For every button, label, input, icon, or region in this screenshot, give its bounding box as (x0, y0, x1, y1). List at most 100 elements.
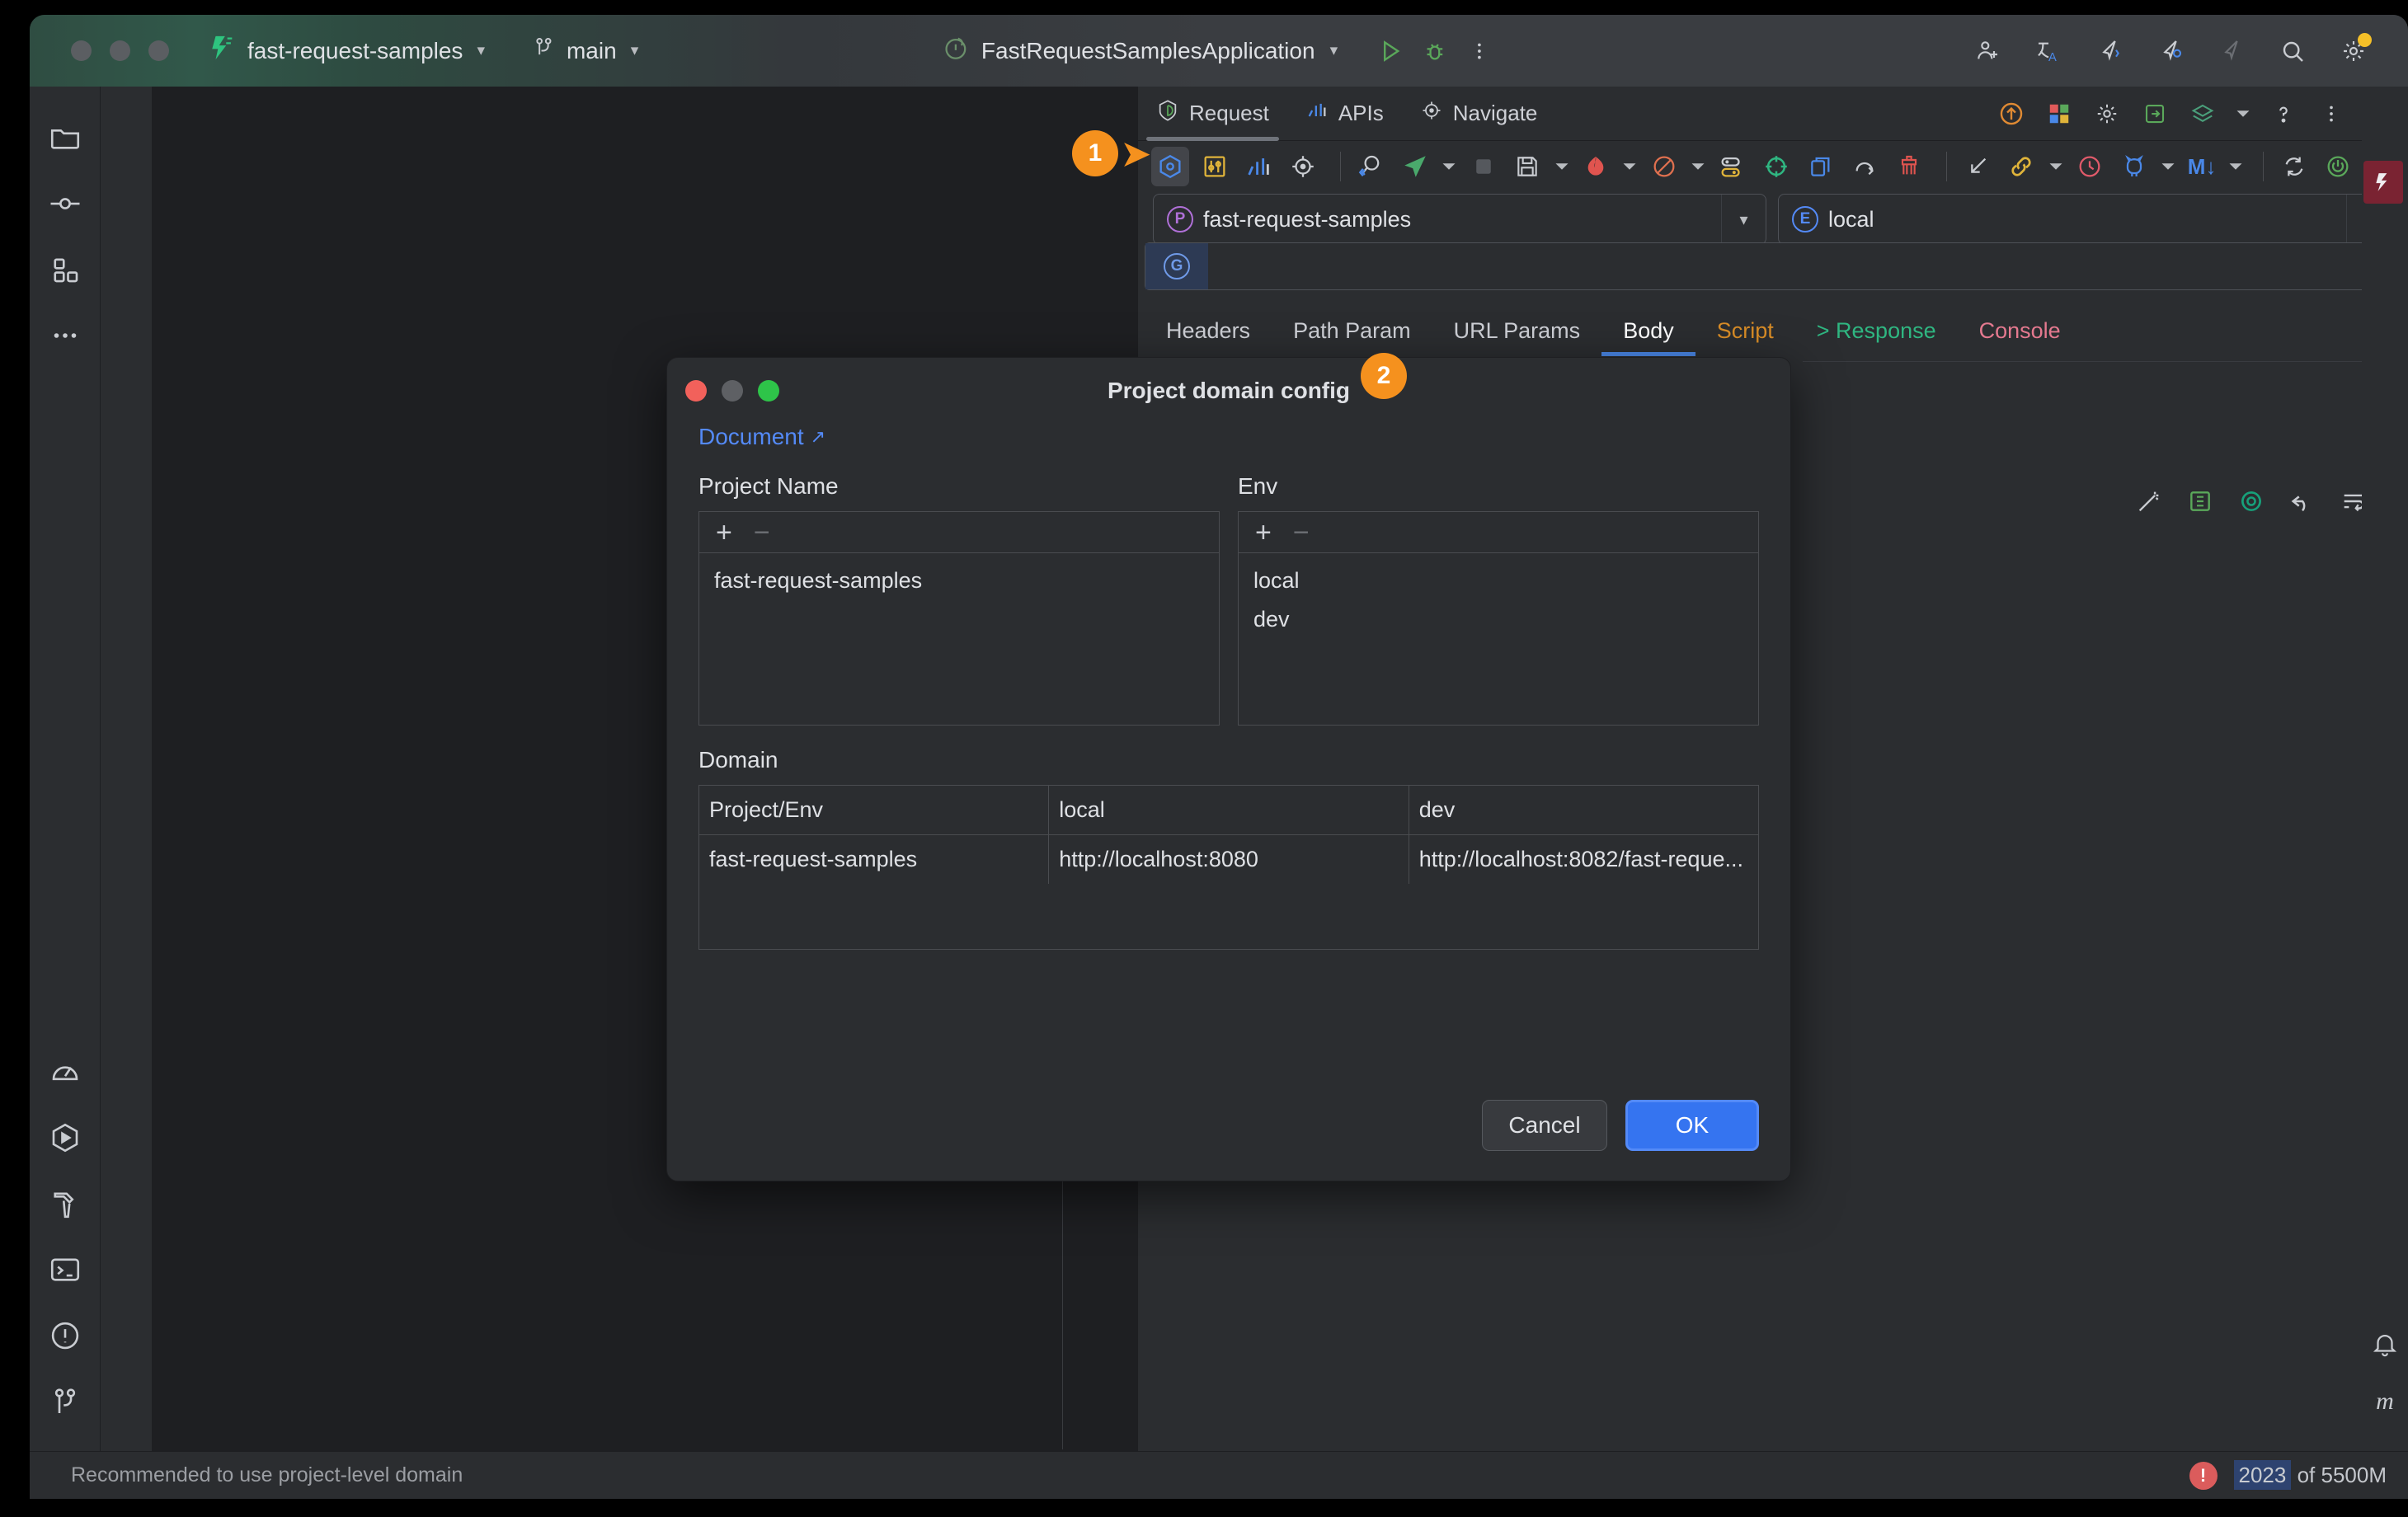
window-traffic-lights[interactable] (71, 40, 169, 61)
maximize-window-button[interactable] (148, 40, 169, 61)
cancel-button[interactable]: Cancel (1482, 1100, 1607, 1151)
minimize-window-button[interactable] (110, 40, 130, 61)
remove-project-icon[interactable]: − (754, 519, 770, 547)
memory-indicator[interactable]: 2023 of 5500M (2233, 1460, 2387, 1490)
locate-icon[interactable] (1284, 147, 1322, 186)
list-item[interactable]: dev (1250, 600, 1747, 639)
save-icon[interactable] (1509, 147, 1547, 186)
magic-wand-icon[interactable] (2133, 485, 2166, 518)
markdown-caret-icon[interactable] (2227, 148, 2245, 185)
undo-icon[interactable] (2286, 485, 2319, 518)
tab-headers[interactable]: Headers (1145, 305, 1272, 356)
problems-icon[interactable] (45, 1316, 85, 1355)
column-header-dev[interactable]: dev (1409, 786, 1758, 835)
postman-caret-icon[interactable] (1621, 148, 1639, 185)
gear-icon[interactable] (2091, 98, 2123, 129)
domain-table[interactable]: Project/Env local dev fast-request-sampl… (699, 786, 1758, 884)
add-user-icon[interactable] (1971, 35, 2004, 68)
cell-local-domain[interactable]: http://localhost:8080 (1048, 834, 1409, 884)
github-caret-icon[interactable] (2159, 148, 2176, 185)
http-method-badge-icon[interactable]: G (1145, 243, 1208, 289)
minimap-icon[interactable]: m (2362, 1378, 2408, 1425)
plugin-icon[interactable] (2044, 98, 2075, 129)
structure-icon[interactable] (45, 250, 85, 289)
terminal-icon[interactable] (45, 1250, 85, 1289)
link-caret-icon[interactable] (2047, 148, 2064, 185)
domain-config-icon[interactable] (1151, 147, 1189, 186)
error-badge-icon[interactable]: ! (2189, 1461, 2218, 1490)
save-caret-icon[interactable] (1553, 148, 1570, 185)
clear-icon[interactable] (1890, 147, 1928, 186)
tab-body[interactable]: Body (1601, 305, 1695, 356)
build-icon[interactable] (45, 1184, 85, 1223)
debug-icon[interactable] (1418, 35, 1451, 68)
github-icon[interactable] (2115, 147, 2153, 186)
export-icon[interactable] (2139, 98, 2170, 129)
cell-project-name[interactable]: fast-request-samples (699, 834, 1050, 884)
target-green-icon[interactable] (1757, 147, 1795, 186)
cell-dev-domain[interactable]: http://localhost:8082/fast-reque... (1409, 835, 1758, 885)
disable-caret-icon[interactable] (1689, 148, 1706, 185)
commit-icon[interactable] (45, 184, 85, 223)
tab-console[interactable]: Console (1958, 305, 2082, 356)
tab-navigate[interactable]: Navigate (1402, 87, 1556, 141)
toggles-icon[interactable] (1713, 147, 1751, 186)
link-icon[interactable] (2002, 147, 2040, 186)
document-link[interactable]: Document ↗ (698, 424, 825, 450)
list-item[interactable]: local (1250, 561, 1747, 600)
env-listbox[interactable]: + − local dev (1238, 511, 1759, 726)
tab-response[interactable]: > Response (1795, 305, 1958, 356)
fast-request-plugin-icon[interactable] (2363, 161, 2403, 204)
settings-sliders-icon[interactable] (1196, 147, 1234, 186)
format-icon[interactable] (2184, 485, 2217, 518)
url-input[interactable] (1208, 253, 2374, 279)
statistics-icon[interactable] (1239, 147, 1277, 186)
tab-script[interactable]: Script (1695, 305, 1795, 356)
tab-path-param[interactable]: Path Param (1272, 305, 1432, 356)
send-caret-icon[interactable] (1441, 148, 1458, 185)
stop-icon[interactable] (1465, 147, 1503, 186)
chevron-down-icon[interactable]: ▾ (1721, 195, 1766, 244)
body-editor-panel[interactable] (1803, 361, 2405, 493)
column-header-project-env[interactable]: Project/Env (699, 786, 1050, 835)
history-icon[interactable] (2071, 147, 2109, 186)
translate-icon[interactable]: A (2032, 35, 2065, 68)
project-combo[interactable]: P fast-request-samples ▾ (1153, 194, 1766, 245)
run-config-label[interactable]: FastRequestSamplesApplication (981, 38, 1315, 64)
table-row[interactable]: fast-request-samples http://localhost:80… (699, 834, 1758, 885)
ai-chat-icon[interactable] (2154, 35, 2187, 68)
project-name-listbox[interactable]: + − fast-request-samples (698, 511, 1220, 726)
more-vertical-icon[interactable] (1463, 35, 1496, 68)
project-selector[interactable]: fast-request-samples ▾ (200, 29, 493, 73)
send-request-icon[interactable] (1396, 147, 1434, 186)
close-window-button[interactable] (71, 40, 92, 61)
folder-icon[interactable] (45, 118, 85, 157)
sync-icon[interactable] (2275, 147, 2313, 186)
add-project-icon[interactable]: + (716, 519, 732, 547)
run-icon[interactable] (1374, 35, 1407, 68)
ai-assistant-icon[interactable] (2093, 35, 2126, 68)
copy-icon[interactable] (1802, 147, 1840, 186)
postman-icon[interactable] (1577, 147, 1615, 186)
disable-icon[interactable] (1645, 147, 1683, 186)
more-vertical-icon[interactable] (2316, 98, 2347, 129)
add-env-icon[interactable]: + (1255, 519, 1272, 547)
notifications-icon[interactable] (2362, 1321, 2408, 1367)
more-tools-icon[interactable] (45, 316, 85, 355)
openai-icon[interactable] (2235, 485, 2268, 518)
search-icon[interactable] (2276, 35, 2309, 68)
help-icon[interactable] (2268, 98, 2299, 129)
collapse-icon[interactable] (1959, 147, 1996, 186)
request-url-bar[interactable]: G (1145, 242, 2375, 290)
redo-icon[interactable] (1846, 147, 1884, 186)
layers-icon[interactable] (2187, 98, 2218, 129)
settings-icon[interactable] (2337, 32, 2372, 68)
ok-button[interactable]: OK (1625, 1100, 1759, 1151)
remove-env-icon[interactable]: − (1293, 519, 1310, 547)
power-icon[interactable] (2320, 147, 2358, 186)
markdown-icon[interactable]: M↓ (2183, 147, 2221, 186)
chevron-down-icon[interactable] (2235, 98, 2251, 129)
env-combo[interactable]: E local ▾ (1778, 194, 2392, 245)
profiler-icon[interactable] (45, 1052, 85, 1092)
list-item[interactable]: fast-request-samples (711, 561, 1207, 600)
